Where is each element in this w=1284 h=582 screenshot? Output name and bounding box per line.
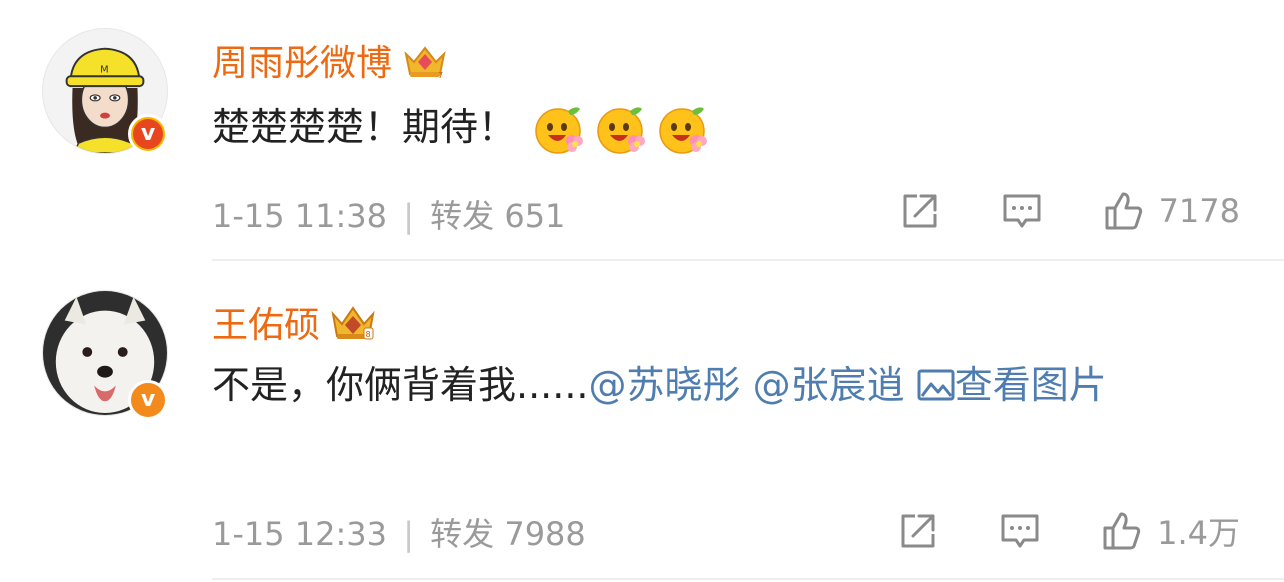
verified-badge-icon: v [128, 114, 168, 154]
comment-text: 不是，你俩背着我......@苏晓彤 @张宸逍 查看图片 [212, 352, 1222, 418]
smile-flower-emoji-icon [597, 106, 646, 154]
svg-text:8: 8 [366, 330, 371, 339]
username-text[interactable]: 王佑硕 [212, 296, 320, 348]
meta-separator: | [403, 515, 414, 553]
image-icon [917, 369, 955, 401]
comment-actions: 7178 [899, 190, 1240, 232]
comment-body: 不是，你俩背着我...... [212, 363, 589, 407]
username[interactable]: 周雨彤微博 7 [212, 34, 448, 86]
svg-text:M: M [100, 64, 108, 75]
comment-text: 楚楚楚楚！期待！ [212, 94, 1222, 160]
repost-label[interactable]: 转发 [430, 515, 494, 553]
timestamp: 1-15 12:33 [212, 515, 388, 553]
like-thumb-icon[interactable] [1101, 510, 1143, 552]
view-image-link[interactable]: 查看图片 [917, 363, 1107, 407]
like-thumb-icon[interactable] [1103, 190, 1145, 232]
comment-icon[interactable] [1001, 190, 1043, 232]
like-count: 1.4万 [1157, 514, 1240, 552]
comment-item: v 王佑硕 8 不是，你俩背着我......@苏晓彤 @张宸逍 查看图片 1-1… [0, 262, 1284, 582]
share-icon[interactable] [899, 190, 941, 232]
mention-link[interactable]: @苏晓彤 [588, 363, 740, 407]
divider [212, 259, 1284, 261]
meta-separator: | [403, 197, 414, 235]
share-icon[interactable] [897, 510, 939, 552]
verified-badge-icon: v [128, 380, 168, 420]
repost-count: 651 [504, 197, 566, 235]
comment-meta: 1-15 11:38 | 转发 651 [212, 191, 565, 237]
comment-body: 楚楚楚楚！期待！ [212, 105, 517, 149]
smile-flower-emoji-icon [659, 106, 708, 154]
username-text[interactable]: 周雨彤微博 [212, 34, 392, 86]
repost-count: 7988 [504, 515, 586, 553]
username[interactable]: 王佑硕 8 [212, 296, 376, 348]
timestamp: 1-15 11:38 [212, 197, 388, 235]
comment-item: M v 周雨彤微博 7 楚楚楚楚！期待！ 1-15 11:38 | 转发 651… [0, 0, 1284, 262]
mention-link[interactable]: @张宸逍 [753, 363, 905, 407]
comment-actions: 1.4万 [897, 508, 1240, 554]
repost-label[interactable]: 转发 [430, 197, 494, 235]
crown-member-icon: 8 [331, 306, 375, 340]
divider [212, 578, 1284, 580]
smile-flower-emoji-icon [535, 106, 584, 154]
like-count: 7178 [1158, 192, 1240, 230]
svg-text:7: 7 [438, 71, 443, 80]
view-image-label[interactable]: 查看图片 [955, 363, 1107, 407]
comment-meta: 1-15 12:33 | 转发 7988 [212, 509, 586, 555]
crown-member-icon: 7 [404, 46, 446, 80]
comment-icon[interactable] [999, 510, 1041, 552]
